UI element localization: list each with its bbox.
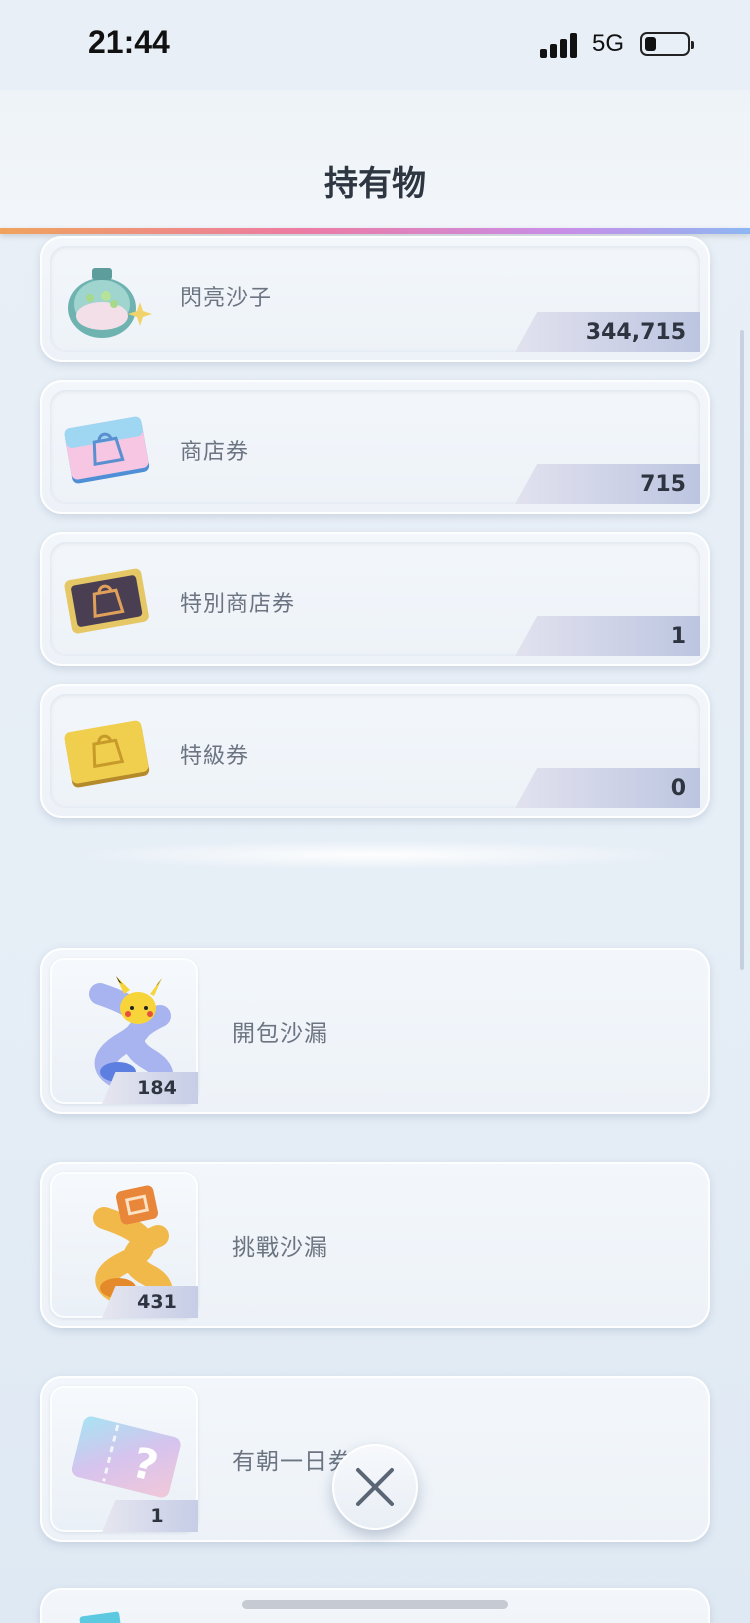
list-item-pack-hourglass[interactable]: 184 開包沙漏 xyxy=(40,948,710,1114)
status-bar: 21:44 5G xyxy=(0,0,750,90)
item-name: 商店券 xyxy=(180,440,250,465)
list-item-premium-ticket[interactable]: 特級券 0 xyxy=(40,684,710,818)
shiny-sand-bottle-icon xyxy=(62,254,152,344)
shop-ticket-icon xyxy=(62,406,152,496)
item-name: 特別商店券 xyxy=(180,592,296,617)
close-button[interactable] xyxy=(332,1444,418,1530)
item-count: 184 xyxy=(102,1072,198,1104)
special-shop-ticket-icon xyxy=(62,558,152,648)
item-count: 1 xyxy=(102,1500,198,1532)
premium-ticket-icon xyxy=(62,710,152,800)
status-time: 21:44 xyxy=(88,24,170,60)
item-name: 開包沙漏 xyxy=(232,1021,328,1047)
list-item-shiny-sand[interactable]: 閃亮沙子 344,715 xyxy=(40,236,710,362)
item-name: 特級券 xyxy=(180,744,250,769)
item-count: 431 xyxy=(102,1286,198,1318)
header-accent-line xyxy=(0,228,750,234)
section-divider xyxy=(60,840,690,870)
item-count: 1 xyxy=(515,616,700,656)
partial-item-icon xyxy=(79,1611,121,1623)
list-item-special-shop-ticket[interactable]: 特別商店券 1 xyxy=(40,532,710,666)
page-title: 持有物 xyxy=(324,164,426,204)
someday-ticket-icon: ? xyxy=(66,1408,186,1508)
item-count: 0 xyxy=(515,768,700,808)
home-indicator[interactable] xyxy=(242,1600,508,1609)
scrollbar[interactable] xyxy=(740,330,744,970)
close-icon xyxy=(356,1468,394,1506)
item-name: 挑戰沙漏 xyxy=(232,1235,328,1261)
battery-icon xyxy=(640,32,694,56)
list-item-shop-ticket[interactable]: 商店券 715 xyxy=(40,380,710,514)
signal-icon xyxy=(540,32,580,58)
item-count: 715 xyxy=(515,464,700,504)
list-item-challenge-hourglass[interactable]: 431 挑戰沙漏 xyxy=(40,1162,710,1328)
item-name: 閃亮沙子 xyxy=(180,286,273,311)
network-type: 5G xyxy=(592,30,625,57)
item-count: 344,715 xyxy=(515,312,700,352)
